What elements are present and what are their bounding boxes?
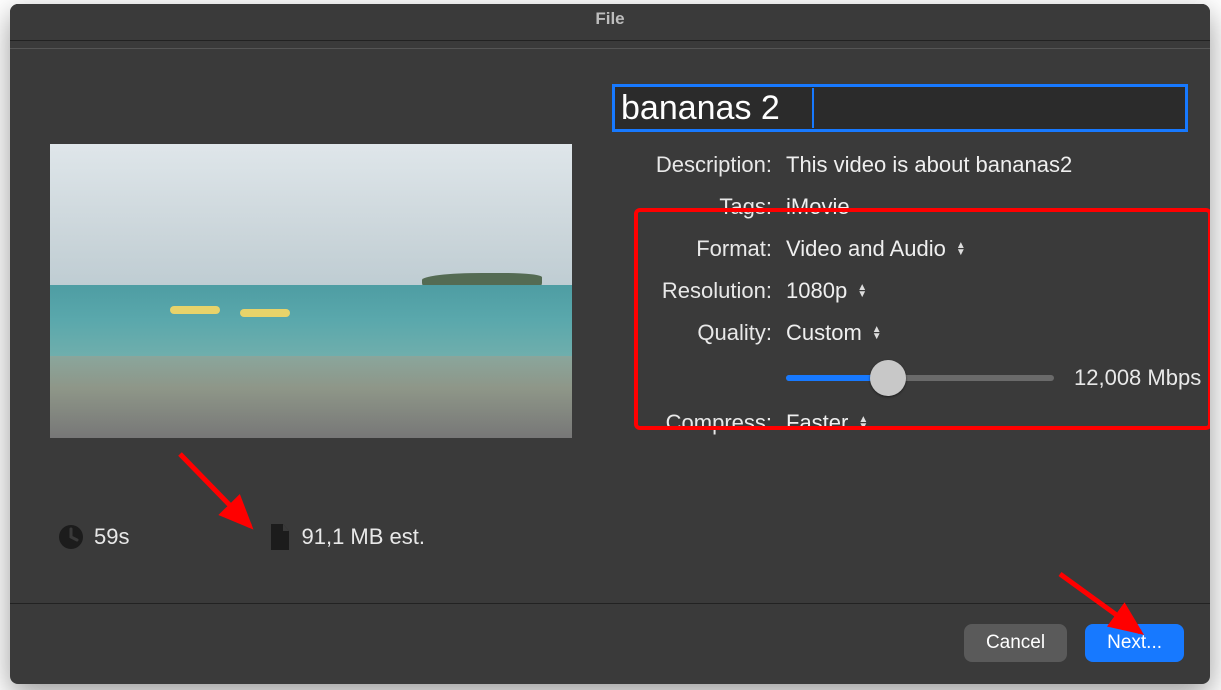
next-button[interactable]: Next... [1085,624,1184,662]
divider [10,603,1210,604]
footer-buttons: Cancel Next... [964,624,1184,662]
row-resolution: Resolution: 1080p ▲▼ [612,270,1204,312]
label-quality: Quality: [612,320,786,346]
row-bitrate: 12,008 Mbps [612,354,1204,402]
label-description: Description: [612,152,786,178]
duration-text: 59s [94,524,129,550]
file-icon [269,524,291,550]
window-title: File [10,4,1210,41]
title-value: bananas 2 [621,89,780,127]
label-tags: Tags: [612,194,786,220]
label-compress: Compress: [612,410,786,436]
clock-icon [58,524,84,550]
label-format: Format: [612,236,786,262]
filesize-info: 91,1 MB est. [269,524,425,550]
select-resolution[interactable]: 1080p ▲▼ [786,278,867,304]
video-preview [50,144,572,438]
row-compress: Compress: Faster ▲▼ [612,402,1204,444]
bitrate-value: 12,008 Mbps [1074,365,1201,391]
duration-info: 59s [58,524,129,550]
stepper-icon: ▲▼ [872,326,882,340]
cancel-button[interactable]: Cancel [964,624,1067,662]
preview-info: 59s 91,1 MB est. [58,524,425,550]
bitrate-slider[interactable] [786,375,1054,381]
row-description: Description: This video is about bananas… [612,144,1204,186]
divider [10,48,1210,49]
value-description[interactable]: This video is about bananas2 [786,152,1072,178]
row-tags: Tags: iMovie [612,186,1204,228]
stepper-icon: ▲▼ [858,416,868,430]
slider-thumb[interactable] [870,360,906,396]
text-caret [812,88,814,128]
export-form: Description: This video is about bananas… [612,144,1204,444]
export-dialog: File 59s 91,1 MB est. bananas 2 De [10,4,1210,684]
value-tags[interactable]: iMovie [786,194,850,220]
label-resolution: Resolution: [612,278,786,304]
stepper-icon: ▲▼ [956,242,966,256]
stepper-icon: ▲▼ [857,284,867,298]
title-input[interactable]: bananas 2 [612,84,1188,132]
row-quality: Quality: Custom ▲▼ [612,312,1204,354]
select-compress[interactable]: Faster ▲▼ [786,410,868,436]
row-format: Format: Video and Audio ▲▼ [612,228,1204,270]
select-format[interactable]: Video and Audio ▲▼ [786,236,966,262]
filesize-text: 91,1 MB est. [301,524,425,550]
select-quality[interactable]: Custom ▲▼ [786,320,882,346]
